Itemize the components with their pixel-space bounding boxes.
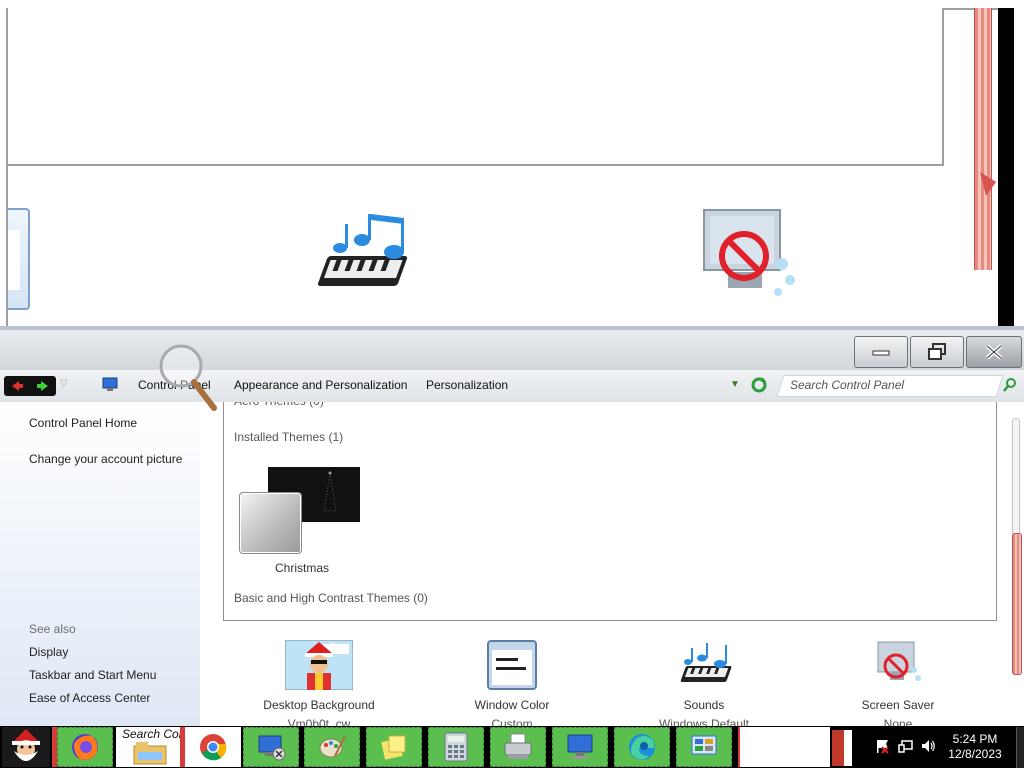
- control-panel-icon: [102, 377, 118, 391]
- close-icon: [985, 344, 1003, 360]
- close-button[interactable]: [966, 336, 1022, 368]
- tray-overflow-strip-light: [844, 730, 852, 766]
- screen-saver-item[interactable]: Screen Saver None: [818, 640, 978, 731]
- file-explorer-icon[interactable]: [132, 740, 168, 766]
- basic-high-contrast-group: Basic and High Contrast Themes (0): [234, 591, 428, 605]
- clock-date[interactable]: 12/8/2023: [940, 747, 1010, 761]
- control-panel-taskbar-button[interactable]: [676, 727, 732, 767]
- page-scrollbar-track[interactable]: [1012, 418, 1020, 535]
- forward-button[interactable]: [30, 376, 56, 396]
- restore-icon: [928, 343, 946, 360]
- edge-icon: [629, 734, 655, 760]
- network-tray-icon[interactable]: [898, 738, 914, 754]
- window-color-icon: [487, 640, 537, 690]
- edge-taskbar-button[interactable]: [614, 727, 670, 767]
- desktop-background-item[interactable]: Desktop Background Vm0b0t_cw: [239, 639, 399, 731]
- installed-themes-group: Installed Themes (1): [234, 430, 344, 444]
- restore-button[interactable]: [910, 336, 964, 368]
- network-icon: [258, 735, 286, 761]
- zoomed-themes-box: [8, 8, 944, 166]
- remote-desktop-taskbar-button[interactable]: [552, 727, 608, 767]
- paint-icon: [319, 735, 346, 758]
- navigation-buttons: [4, 376, 56, 396]
- santa-start-icon: [12, 729, 40, 761]
- action-center-flag-icon[interactable]: [874, 738, 890, 754]
- calculator-taskbar-button[interactable]: [428, 727, 484, 767]
- display-link[interactable]: Display: [29, 645, 68, 659]
- ease-of-access-center-link[interactable]: Ease of Access Center: [29, 691, 150, 705]
- back-button[interactable]: [4, 376, 30, 396]
- page-scrollbar-thumb[interactable]: [1012, 533, 1022, 675]
- back-arrow-icon: [12, 381, 23, 391]
- firefox-icon: [72, 734, 98, 760]
- network-taskbar-button[interactable]: [243, 727, 299, 767]
- remote-desktop-icon: [567, 734, 593, 759]
- search-icon[interactable]: [1002, 377, 1018, 393]
- minimize-button[interactable]: [854, 336, 908, 368]
- screen-saver-icon: [877, 641, 921, 681]
- desktop-background-label: Desktop Background: [263, 698, 375, 712]
- clock-time[interactable]: 5:24 PM: [940, 732, 1010, 746]
- volume-icon[interactable]: [920, 738, 936, 754]
- theme-window-glass-swatch[interactable]: [239, 492, 302, 554]
- window-color-item[interactable]: Window Color Custom: [432, 640, 592, 731]
- zoomed-scroll-grip: [980, 172, 996, 196]
- sticky-notes-taskbar-button[interactable]: [366, 727, 422, 767]
- paint-taskbar-button[interactable]: [304, 727, 360, 767]
- start-button[interactable]: [2, 727, 50, 767]
- desktop-background-icon: [284, 639, 354, 691]
- zoomed-window-color-icon: [8, 208, 30, 310]
- window-color-label: Window Color: [474, 698, 550, 712]
- chrome-taskbar-button[interactable]: [185, 727, 241, 767]
- zoomed-screen-saver-icon: [703, 209, 795, 296]
- sticky-notes-icon: [381, 735, 406, 760]
- breadcrumb-personalization[interactable]: Personalization: [426, 378, 508, 392]
- zoomed-scrollbar-thumb: [974, 8, 992, 270]
- taskbar-empty-region: [740, 727, 830, 767]
- zoomed-fragment: [0, 0, 1024, 330]
- recent-pages-dropdown[interactable]: ▽: [60, 378, 68, 389]
- christmas-theme-label[interactable]: Christmas: [268, 561, 336, 575]
- control-panel-taskbar-icon: [691, 735, 717, 755]
- forward-arrow-icon: [37, 381, 48, 391]
- sounds-icon: [680, 643, 732, 682]
- show-desktop-button[interactable]: [1016, 727, 1024, 768]
- taskbar-and-start-menu-link[interactable]: Taskbar and Start Menu: [29, 668, 156, 682]
- sounds-label: Sounds: [683, 698, 725, 712]
- zoomed-black-edge: [998, 8, 1024, 328]
- screen-saver-label: Screen Saver: [861, 698, 935, 712]
- firefox-taskbar-button[interactable]: [57, 727, 113, 767]
- address-dropdown[interactable]: ▼: [730, 379, 740, 390]
- sounds-item[interactable]: Sounds Windows Default: [624, 640, 784, 731]
- see-also-heading: See also: [29, 622, 76, 636]
- calculator-icon: [444, 732, 468, 762]
- refresh-icon[interactable]: [750, 376, 768, 394]
- change-account-picture-link[interactable]: Change your account picture: [29, 452, 182, 466]
- search-input[interactable]: [790, 376, 990, 394]
- zoomed-sounds-icon: [317, 214, 408, 286]
- breadcrumb-appearance-and-personalization[interactable]: Appearance and Personalization: [234, 378, 407, 392]
- control-panel-home-link[interactable]: Control Panel Home: [29, 416, 137, 430]
- fax-scan-icon: [504, 733, 532, 759]
- taskbar-search-text: Search Cor: [122, 727, 182, 741]
- chrome-icon: [200, 734, 227, 761]
- minimize-icon: [872, 350, 890, 356]
- fax-scan-taskbar-button[interactable]: [490, 727, 546, 767]
